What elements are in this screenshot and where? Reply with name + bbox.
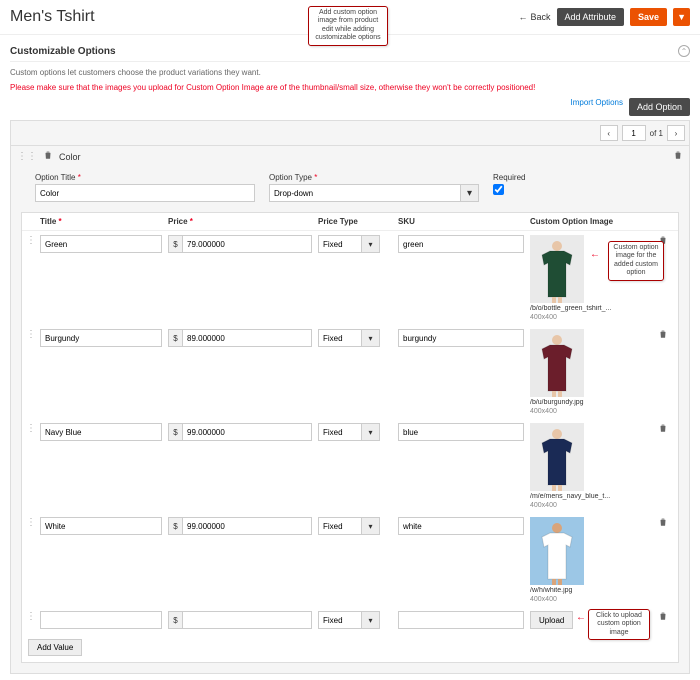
- image-dimensions: 400x400: [530, 596, 658, 603]
- image-dimensions: 400x400: [530, 314, 658, 321]
- add-option-button[interactable]: Add Option: [629, 98, 690, 116]
- sku-input[interactable]: [398, 611, 524, 629]
- currency-icon: $: [168, 517, 182, 535]
- add-attribute-button[interactable]: Add Attribute: [557, 8, 625, 26]
- annotation-image: Custom option image for the added custom…: [608, 241, 664, 281]
- back-button[interactable]: ← Back: [518, 12, 550, 22]
- option-image-thumb[interactable]: [530, 329, 584, 397]
- section-warning: Please make sure that the images you upl…: [10, 83, 690, 92]
- title-input[interactable]: [40, 517, 162, 535]
- option-title-input[interactable]: [35, 184, 255, 202]
- title-input[interactable]: [40, 611, 162, 629]
- price-input[interactable]: [182, 423, 312, 441]
- image-filename: /w/h/white.jpg: [530, 587, 650, 594]
- image-dimensions: 400x400: [530, 502, 658, 509]
- title-input[interactable]: [40, 235, 162, 253]
- delete-row-icon[interactable]: [658, 426, 668, 435]
- drag-handle-icon[interactable]: ⋮⋮: [17, 151, 37, 162]
- col-title: Title: [40, 217, 168, 226]
- save-button[interactable]: Save: [630, 8, 667, 26]
- price-input[interactable]: [182, 611, 312, 629]
- image-dimensions: 400x400: [530, 408, 658, 415]
- sku-input[interactable]: [398, 423, 524, 441]
- sku-input[interactable]: [398, 329, 524, 347]
- price-type-select[interactable]: [318, 611, 362, 629]
- pager-input[interactable]: [622, 125, 646, 141]
- table-row-empty: ⋮⋮ $ ▾ Upload ← Click to upload custom o…: [22, 607, 678, 633]
- import-options-link[interactable]: Import Options: [571, 98, 623, 116]
- currency-icon: $: [168, 611, 182, 629]
- arrow-icon: ←: [590, 249, 600, 260]
- chevron-down-icon[interactable]: ▾: [461, 184, 479, 202]
- price-input[interactable]: [182, 517, 312, 535]
- image-filename: /m/e/mens_navy_blue_t...: [530, 493, 650, 500]
- required-checkbox[interactable]: [493, 184, 504, 195]
- col-price: Price: [168, 217, 318, 226]
- chevron-down-icon[interactable]: ▾: [362, 235, 380, 253]
- save-dropdown-toggle[interactable]: ▼: [673, 8, 690, 26]
- currency-icon: $: [168, 235, 182, 253]
- col-sku: SKU: [398, 217, 530, 226]
- pager-next[interactable]: ›: [667, 125, 685, 141]
- price-type-select[interactable]: [318, 423, 362, 441]
- option-image-thumb[interactable]: [530, 235, 584, 303]
- chevron-down-icon[interactable]: ▾: [362, 517, 380, 535]
- sku-input[interactable]: [398, 235, 524, 253]
- option-title-label: Option Title: [35, 173, 255, 182]
- delete-row-icon[interactable]: [658, 614, 668, 623]
- price-type-select[interactable]: [318, 517, 362, 535]
- image-filename: /b/u/burgundy.jpg: [530, 399, 650, 406]
- chevron-down-icon[interactable]: ▾: [362, 611, 380, 629]
- currency-icon: $: [168, 329, 182, 347]
- table-row: ⋮⋮ $ ▾ /b/u/burgundy.jpg 400x400: [22, 325, 678, 419]
- delete-option-icon[interactable]: [43, 150, 53, 163]
- price-input[interactable]: [182, 235, 312, 253]
- section-title: Customizable Options: [10, 46, 116, 57]
- option-image-thumb[interactable]: [530, 517, 584, 585]
- currency-icon: $: [168, 423, 182, 441]
- collapse-icon[interactable]: ⌃: [678, 45, 690, 57]
- option-type-label: Option Type: [269, 173, 479, 182]
- add-value-button[interactable]: Add Value: [28, 639, 82, 656]
- price-input[interactable]: [182, 329, 312, 347]
- table-row: ⋮⋮ $ ▾ /m/e/mens_navy_blue_t... 400x400: [22, 419, 678, 513]
- sku-input[interactable]: [398, 517, 524, 535]
- chevron-down-icon[interactable]: ▾: [362, 423, 380, 441]
- option-image-thumb[interactable]: [530, 423, 584, 491]
- price-type-select[interactable]: [318, 329, 362, 347]
- arrow-icon: ←: [576, 612, 586, 623]
- delete-option-icon-right[interactable]: [673, 150, 683, 163]
- pager-prev[interactable]: ‹: [600, 125, 618, 141]
- delete-row-icon[interactable]: [658, 332, 668, 341]
- section-description: Custom options let customers choose the …: [10, 68, 690, 77]
- price-type-select[interactable]: [318, 235, 362, 253]
- upload-button[interactable]: Upload: [530, 611, 573, 629]
- pager-of: of 1: [650, 129, 663, 138]
- title-input[interactable]: [40, 423, 162, 441]
- annotation-top: Add custom option image from product edi…: [308, 6, 388, 46]
- table-row: ⋮⋮ $ ▾ /b/o/bottle_green_tshirt_... 400x…: [22, 231, 678, 325]
- image-filename: /b/o/bottle_green_tshirt_...: [530, 305, 650, 312]
- page-title: Men's Tshirt: [10, 8, 518, 26]
- title-input[interactable]: [40, 329, 162, 347]
- col-img: Custom Option Image: [530, 217, 658, 226]
- table-row: ⋮⋮ $ ▾ /w/h/white.jpg 400x400: [22, 513, 678, 607]
- chevron-down-icon[interactable]: ▾: [362, 329, 380, 347]
- option-type-select[interactable]: [269, 184, 461, 202]
- annotation-upload: Click to upload custom option image: [588, 609, 650, 640]
- required-label: Required: [493, 173, 525, 182]
- option-name: Color: [59, 152, 81, 162]
- col-ptype: Price Type: [318, 217, 398, 226]
- delete-row-icon[interactable]: [658, 520, 668, 529]
